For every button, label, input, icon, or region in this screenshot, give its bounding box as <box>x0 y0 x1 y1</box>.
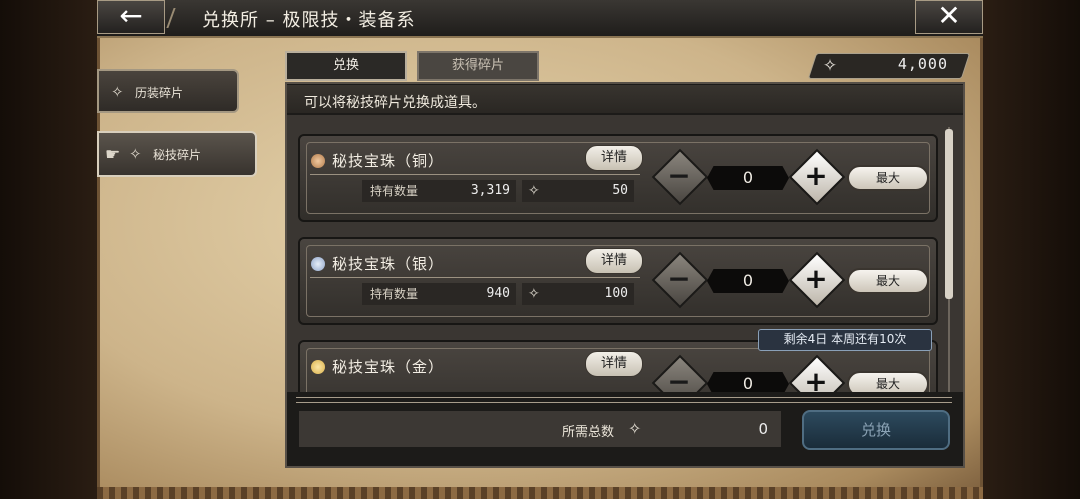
plus-icon: + <box>804 262 828 295</box>
close-button[interactable]: ✕ <box>915 0 983 34</box>
cost-value: 50 <box>612 183 628 198</box>
held-value: 940 <box>486 286 510 301</box>
orb-icon <box>311 257 325 271</box>
weekly-limit-badge: 剩余4日 本周还有10次 <box>758 329 932 351</box>
held-quantity: 持有数量 3,319 <box>362 180 516 202</box>
side-tab-label: 秘技碎片 <box>153 148 202 162</box>
crystal-shard-icon: ✧ <box>822 56 838 76</box>
item-name: 秘技宝珠（银） <box>332 255 445 273</box>
left-backdrop <box>0 0 97 499</box>
quantity-value: 0 <box>707 372 789 392</box>
bottom-trim <box>97 487 983 499</box>
detail-button[interactable]: 详情 <box>585 145 643 171</box>
crystal-shard-icon: ✧ <box>528 286 540 302</box>
right-backdrop <box>983 0 1080 499</box>
tab-exchange[interactable]: 兑换 <box>285 51 407 81</box>
crystal-shard-icon: ✧ <box>111 83 124 101</box>
scrollbar[interactable] <box>945 127 953 392</box>
shard-cost: ✧ 50 <box>522 180 634 202</box>
page-title: 兑换所 – 极限技・装备系 <box>202 10 416 31</box>
orb-icon <box>311 360 325 374</box>
held-label: 持有数量 <box>370 184 419 198</box>
detail-button[interactable]: 详情 <box>585 248 643 274</box>
crystal-shard-icon: ✧ <box>129 145 142 163</box>
footer-divider <box>296 397 952 403</box>
plus-icon: + <box>804 365 828 392</box>
total-label: 所需总数 <box>562 425 615 440</box>
crystal-shard-icon: ✧ <box>628 419 642 438</box>
max-button[interactable]: 最大 <box>847 371 929 392</box>
panel-description: 可以将秘技碎片兑换成道具。 <box>304 95 486 111</box>
orb-icon <box>311 154 325 168</box>
cost-value: 100 <box>604 286 628 301</box>
max-button[interactable]: 最大 <box>847 268 929 294</box>
currency-value: 4,000 <box>897 55 948 73</box>
list-item: 秘技宝珠（铜） 详情 持有数量 3,319 ✧ 50 − 0 + 最大 <box>298 134 938 222</box>
side-tab-equipment-shards[interactable]: ✧ 历装碎片 <box>97 69 239 113</box>
held-quantity: 持有数量 940 <box>362 283 516 305</box>
minus-icon: − <box>667 159 691 192</box>
divider <box>310 277 640 278</box>
tab-obtain-shards[interactable]: 获得碎片 <box>417 51 539 81</box>
scroll-thumb[interactable] <box>945 129 953 299</box>
side-tab-label: 历装碎片 <box>135 86 184 100</box>
quantity-value: 0 <box>707 269 789 293</box>
quantity-value: 0 <box>707 166 789 190</box>
minus-icon: − <box>667 262 691 295</box>
close-x-icon: ✕ <box>937 0 961 32</box>
item-name: 秘技宝珠（金） <box>332 358 445 376</box>
list-item: 秘技宝珠（银） 详情 持有数量 940 ✧ 100 − 0 + 最大 <box>298 237 938 325</box>
item-name: 秘技宝珠（铜） <box>332 152 445 170</box>
divider <box>310 174 640 175</box>
side-tab-skill-shards[interactable]: ☛ ✧ 秘技碎片 <box>97 131 257 177</box>
held-value: 3,319 <box>470 183 510 198</box>
back-button[interactable]: ← <box>97 0 165 34</box>
shard-cost: ✧ 100 <box>522 283 634 305</box>
pointing-hand-icon: ☛ <box>105 145 121 165</box>
max-button[interactable]: 最大 <box>847 165 929 191</box>
exchange-button[interactable]: 兑换 <box>802 410 950 450</box>
detail-button[interactable]: 详情 <box>585 351 643 377</box>
plus-icon: + <box>804 159 828 192</box>
total-value: 0 <box>758 420 768 438</box>
held-label: 持有数量 <box>370 287 419 301</box>
minus-icon: − <box>667 365 691 392</box>
arrow-left-icon: ← <box>119 0 143 32</box>
crystal-shard-icon: ✧ <box>528 183 540 199</box>
